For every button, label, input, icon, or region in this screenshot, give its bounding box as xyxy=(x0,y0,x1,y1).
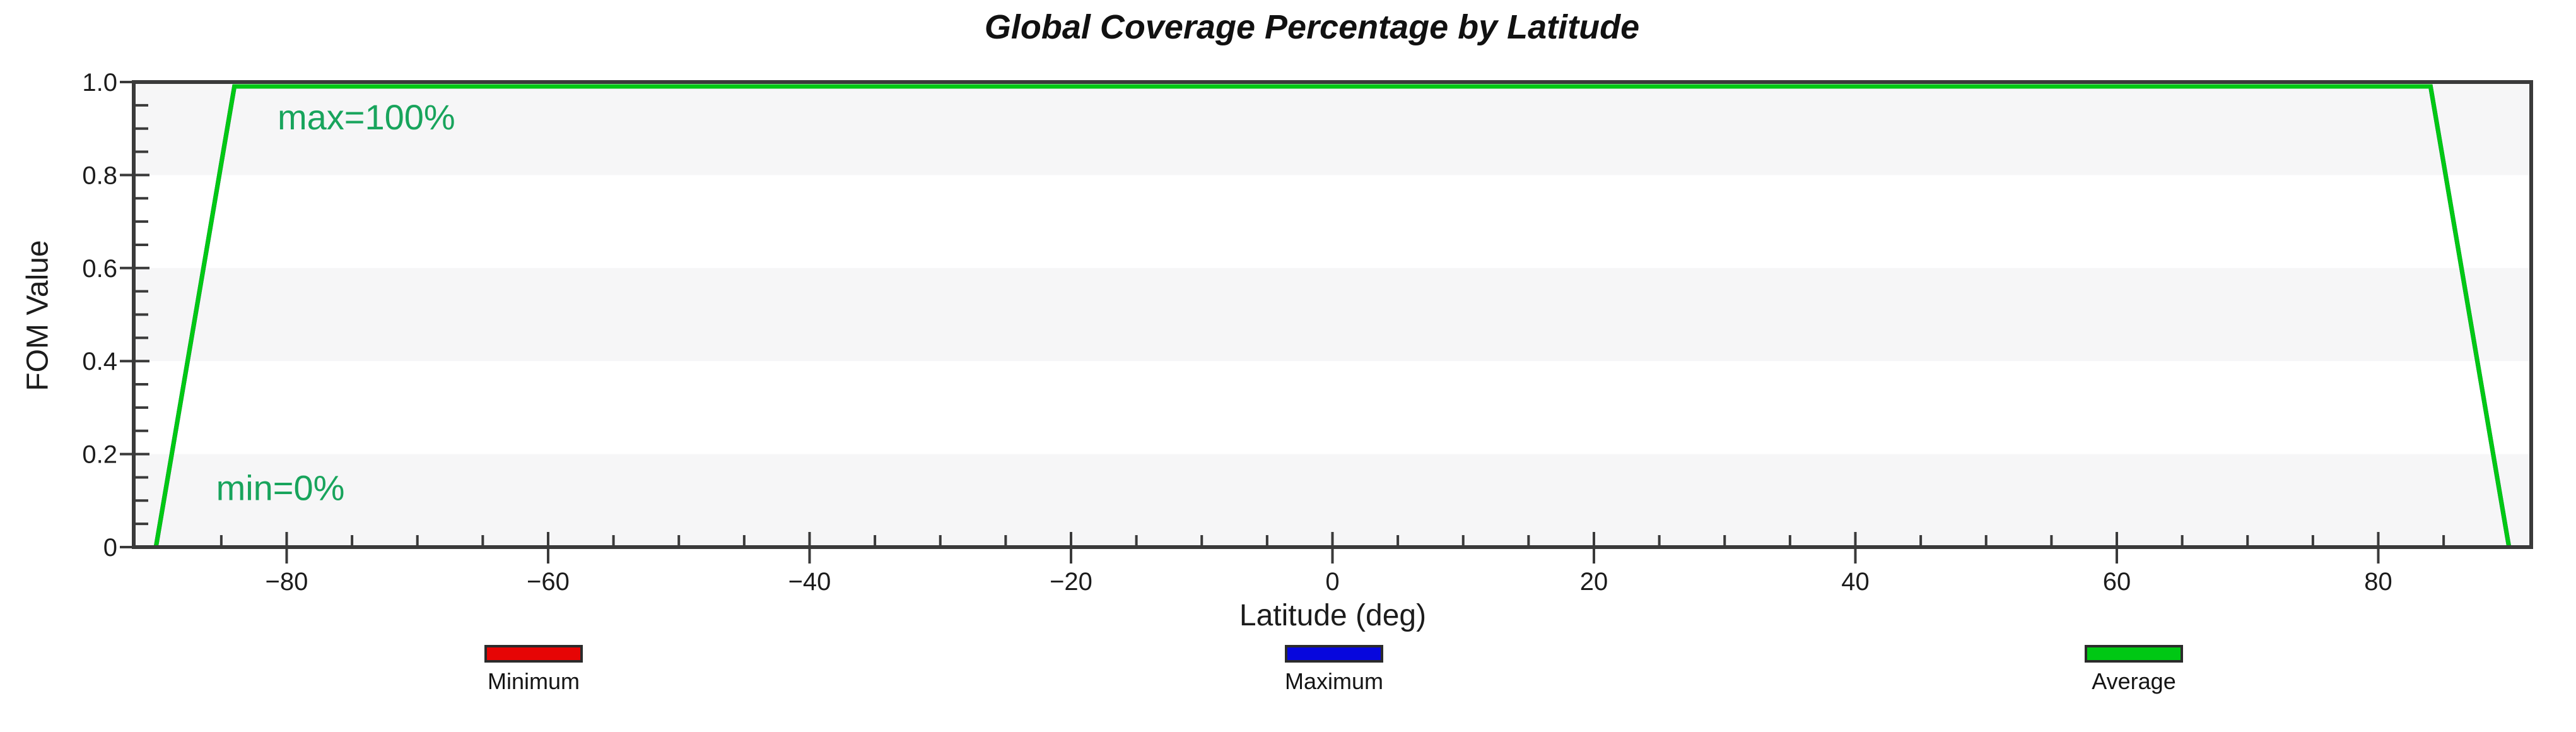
y-tick-label: 0.8 xyxy=(82,162,117,189)
chart-canvas: Global Coverage Percentage by Latitude m… xyxy=(0,0,2576,732)
legend-label-minimum: Minimum xyxy=(488,670,580,693)
y-tick-label: 0.4 xyxy=(82,348,117,375)
annotation-max: max=100% xyxy=(278,97,455,137)
grid-band xyxy=(134,82,2531,175)
x-tick-label: −20 xyxy=(1050,568,1092,596)
y-axis-label: FOM Value xyxy=(21,240,56,391)
x-tick-label: 40 xyxy=(1841,568,1870,596)
y-tick-label: 0.6 xyxy=(82,255,117,283)
x-tick-label: 0 xyxy=(1325,568,1339,596)
x-tick-label: 60 xyxy=(2103,568,2131,596)
legend-swatch-average xyxy=(2085,645,2183,663)
legend-swatch-maximum xyxy=(1285,645,1383,663)
legend-label-average: Average xyxy=(2092,670,2175,693)
legend-label-maximum: Maximum xyxy=(1285,670,1383,693)
annotation-min: min=0% xyxy=(216,468,345,507)
grid-band xyxy=(134,268,2531,361)
x-tick-label: −80 xyxy=(266,568,308,596)
y-tick-label: 1.0 xyxy=(82,69,117,97)
legend-entry-minimum: Minimum xyxy=(458,645,609,693)
legend-entry-maximum: Maximum xyxy=(1258,645,1410,693)
x-tick-label: 80 xyxy=(2364,568,2392,596)
y-tick-label: 0.2 xyxy=(82,441,117,469)
legend-entry-average: Average xyxy=(2058,645,2210,693)
y-tick-label: 0 xyxy=(103,534,117,562)
legend-swatch-minimum xyxy=(484,645,583,663)
x-tick-label: 20 xyxy=(1580,568,1608,596)
x-tick-label: −40 xyxy=(788,568,831,596)
x-tick-label: −60 xyxy=(527,568,570,596)
x-axis-label: Latitude (deg) xyxy=(1239,598,1426,633)
legend: Minimum Maximum Average xyxy=(0,645,2576,721)
